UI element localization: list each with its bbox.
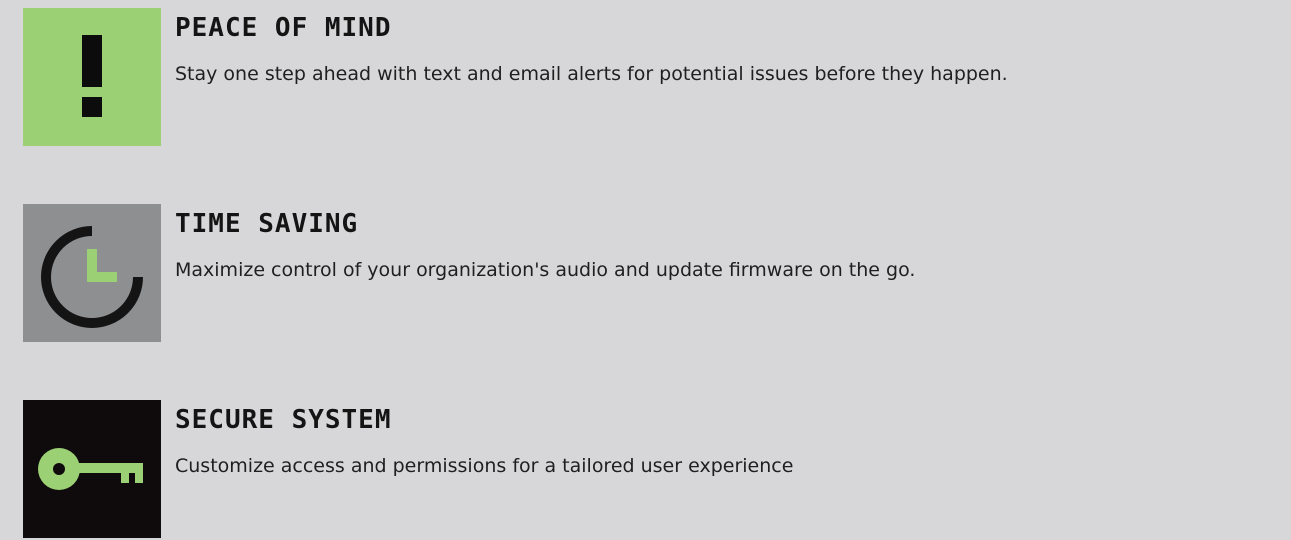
- feature-title: TIME SAVING: [175, 209, 359, 239]
- feature-description: Stay one step ahead with text and email …: [175, 63, 1008, 85]
- feature-description: Customize access and permissions for a t…: [175, 455, 794, 477]
- feature-time-saving: TIME SAVING Maximize control of your org…: [23, 204, 1283, 342]
- feature-title: PEACE OF MIND: [175, 13, 392, 43]
- feature-description: Maximize control of your organization's …: [175, 259, 916, 281]
- feature-title: SECURE SYSTEM: [175, 405, 392, 435]
- exclamation-icon: [23, 8, 161, 146]
- feature-secure-system: SECURE SYSTEM Customize access and permi…: [23, 400, 1283, 538]
- key-icon: [23, 400, 161, 538]
- feature-peace-of-mind: PEACE OF MIND Stay one step ahead with t…: [23, 8, 1283, 146]
- clock-icon: [23, 204, 161, 342]
